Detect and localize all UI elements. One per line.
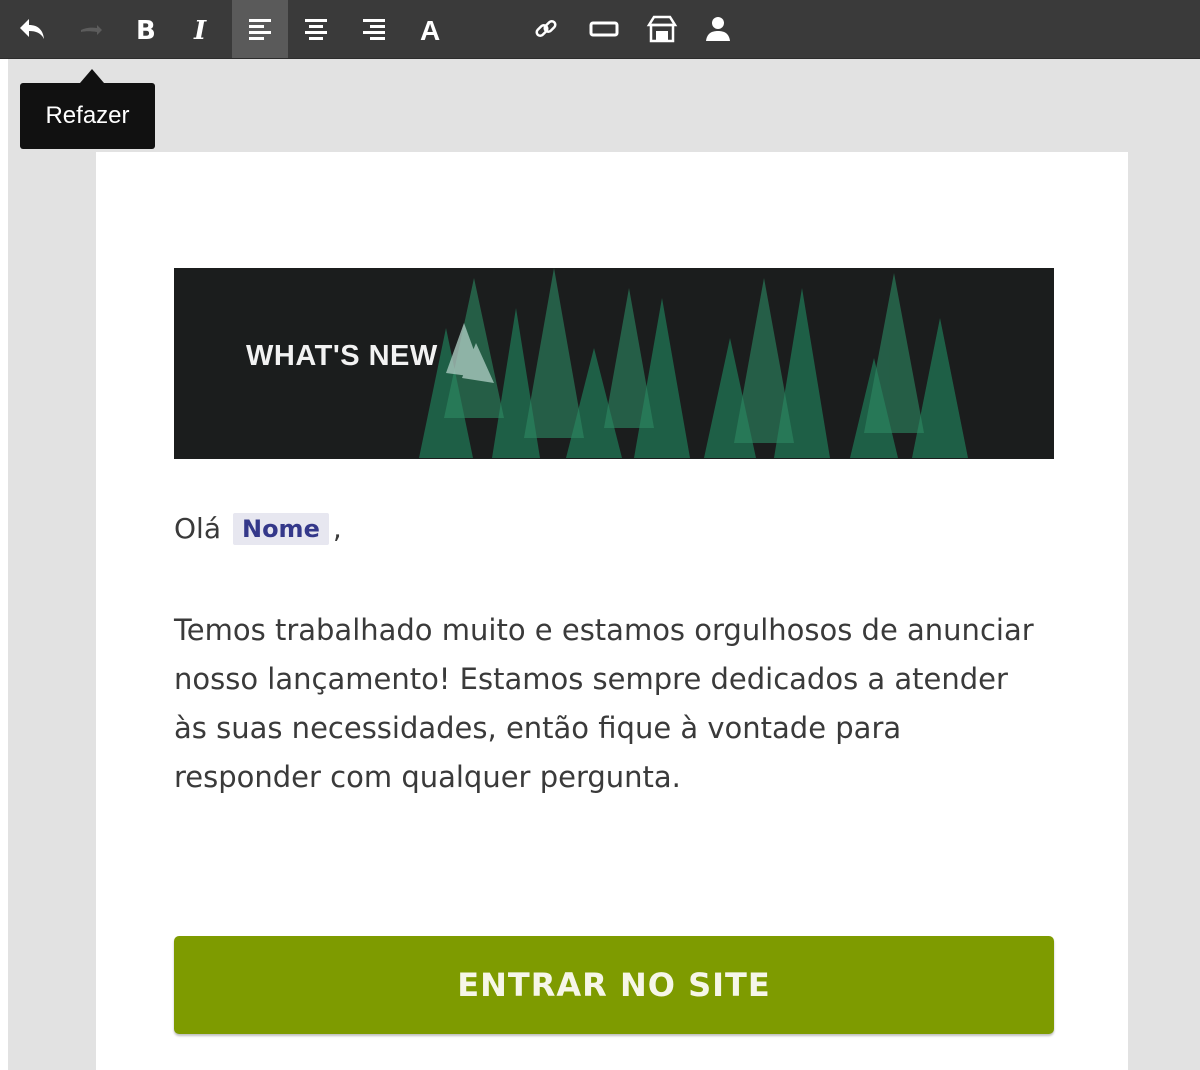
editor-toolbar: B I A bbox=[0, 0, 1200, 58]
italic-button[interactable]: I bbox=[174, 0, 230, 58]
enter-site-button[interactable]: ENTRAR NO SITE bbox=[174, 936, 1054, 1034]
redo-tooltip: Refazer bbox=[20, 83, 155, 149]
svg-text:B: B bbox=[136, 16, 156, 43]
greeting-line[interactable]: Olá Nome , bbox=[174, 512, 342, 545]
align-right-icon bbox=[363, 19, 385, 40]
body-paragraph[interactable]: Temos trabalhado muito e estamos orgulho… bbox=[174, 606, 1034, 802]
bold-button[interactable]: B bbox=[118, 0, 174, 58]
whats-new-banner[interactable]: WHAT'S NEW bbox=[174, 268, 1054, 459]
person-icon bbox=[706, 17, 730, 41]
font-button[interactable]: A bbox=[404, 0, 460, 58]
button-icon bbox=[589, 21, 619, 37]
undo-icon bbox=[20, 19, 44, 39]
svg-text:A: A bbox=[420, 15, 440, 43]
align-center-icon bbox=[305, 19, 327, 40]
redo-icon bbox=[81, 25, 102, 35]
align-right-button[interactable] bbox=[346, 0, 402, 58]
link-icon bbox=[535, 19, 557, 38]
name-merge-tag[interactable]: Nome bbox=[232, 512, 329, 545]
bold-icon: B bbox=[136, 16, 156, 43]
store-button[interactable] bbox=[634, 0, 690, 58]
undo-button[interactable] bbox=[4, 0, 60, 58]
greeting-text: Olá bbox=[174, 512, 221, 545]
align-left-icon bbox=[249, 19, 271, 40]
banner-title: WHAT'S NEW bbox=[246, 340, 438, 372]
align-left-button[interactable] bbox=[232, 0, 288, 58]
store-icon bbox=[646, 15, 678, 43]
greeting-suffix: , bbox=[332, 512, 342, 545]
font-icon: A bbox=[420, 15, 440, 43]
tooltip-arrow bbox=[80, 69, 104, 83]
contact-button[interactable] bbox=[690, 0, 746, 58]
email-canvas: WHAT'S NEW Olá Nome , Temos trabalhado m… bbox=[96, 152, 1128, 1070]
svg-text:I: I bbox=[193, 16, 207, 43]
redo-button[interactable] bbox=[62, 0, 118, 58]
editor-left-edge bbox=[0, 58, 8, 1070]
link-button[interactable] bbox=[518, 0, 574, 58]
italic-icon: I bbox=[193, 16, 207, 43]
align-center-button[interactable] bbox=[288, 0, 344, 58]
insert-button-button[interactable] bbox=[576, 0, 632, 58]
